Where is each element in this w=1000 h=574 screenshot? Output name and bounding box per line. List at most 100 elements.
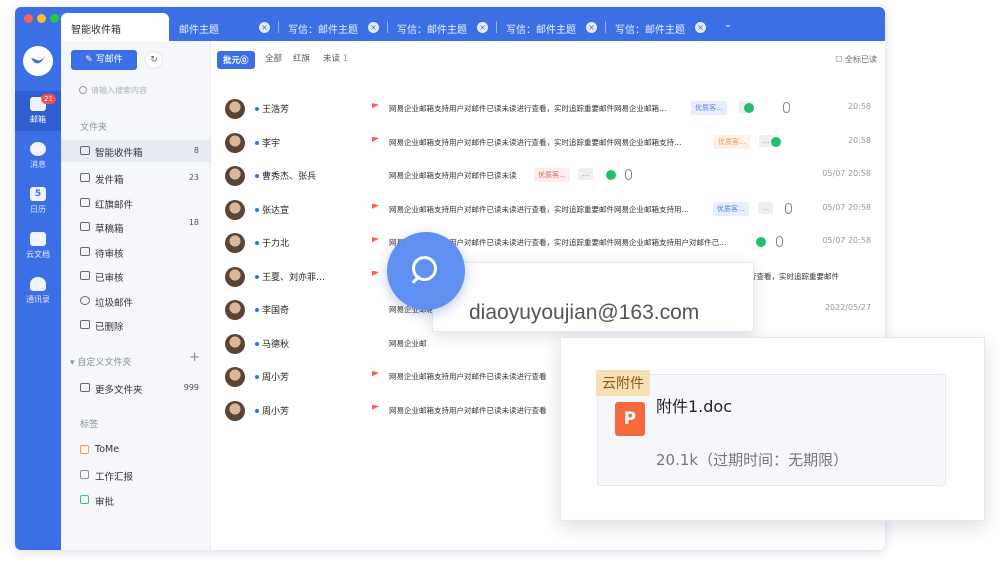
tab-compose-2[interactable]: 写信：邮件主题 ×	[387, 13, 496, 41]
unread-count: 1	[342, 54, 349, 64]
red-flag-icon[interactable]	[372, 136, 379, 142]
attachment-item[interactable]: 云附件 P 附件1.doc 20.1k（过期时间：无期限）	[596, 370, 946, 486]
tab-mail-subject[interactable]: 邮件主题 ×	[169, 13, 278, 41]
flag-icon	[80, 198, 90, 207]
mail-subject: 网易企业邮箱支持用户对邮件已读未读进行查看，实时追踪重要邮件网易企业邮箱…	[389, 104, 667, 113]
folder-count: 8	[193, 146, 199, 155]
wechat-icon	[606, 170, 616, 180]
unread-dot	[255, 107, 259, 111]
filter-label: 批元	[223, 56, 241, 66]
avatar	[225, 99, 245, 119]
nav-cloud-docs[interactable]: 云文档	[15, 226, 61, 266]
tags-section-title: 标签	[80, 420, 99, 430]
folder-flagged[interactable]: 红旗邮件	[61, 192, 211, 214]
folder-drafts[interactable]: 草稿箱 18	[61, 216, 211, 238]
close-window-button[interactable]	[24, 14, 33, 23]
email-address: diaoyuyoujian@163.com	[469, 301, 700, 324]
search-bubble[interactable]	[387, 232, 465, 310]
close-icon[interactable]: ×	[695, 22, 706, 33]
filter-flagged[interactable]: 红旗	[293, 52, 310, 64]
minimize-window-button[interactable]	[37, 14, 46, 23]
folder-panel: ✎ 写邮件 ↻ 请输入搜索内容 文件夹 智能收件箱 8 发件箱 23 红旗邮件 草稿…	[61, 41, 211, 550]
nav-calendar-label: 日历	[30, 205, 46, 214]
folder-outbox[interactable]: 发件箱 23	[61, 167, 211, 189]
refresh-icon[interactable]: ↻	[145, 51, 163, 69]
close-icon[interactable]: ×	[586, 22, 597, 33]
mail-row[interactable]: 张达宣 网易企业邮箱支持用户对邮件已读未读进行查看，实时追踪重要邮件网易企业邮箱支…	[211, 193, 885, 226]
unread-dot	[255, 174, 259, 178]
red-flag-icon[interactable]	[372, 103, 379, 109]
folder-label: 更多文件夹	[95, 385, 143, 396]
mail-time: 2022/05/27	[824, 303, 871, 312]
add-folder-icon[interactable]: +	[189, 350, 200, 365]
folder-deleted[interactable]: 已删除	[61, 314, 211, 336]
tab-compose-1[interactable]: 写信：邮件主题 ×	[278, 13, 387, 41]
mail-time: 20:58	[847, 102, 871, 111]
customer-tag-badge[interactable]: 优质客…	[534, 168, 570, 182]
approved-icon	[80, 271, 90, 280]
nav-calendar[interactable]: 5 日历	[15, 181, 61, 221]
folder-pending-review[interactable]: 待审核	[61, 241, 211, 263]
folder-smart-inbox[interactable]: 智能收件箱 8	[61, 140, 211, 162]
wechat-icon	[744, 103, 754, 113]
custom-folders-section[interactable]: ▾ 自定义文件夹	[70, 355, 131, 368]
tab-compose-4[interactable]: 写信：邮件主题 ×	[605, 13, 714, 41]
avatar	[225, 400, 245, 421]
tag-work-report[interactable]: 工作汇报	[61, 464, 211, 486]
attachment-icon	[785, 202, 792, 214]
compose-label: 写邮件	[95, 55, 123, 65]
tab-smart-inbox[interactable]: 智能收件箱	[61, 13, 169, 41]
attachment-icon	[625, 169, 632, 180]
folder-reviewed[interactable]: 已审核	[61, 265, 211, 287]
tag-approval[interactable]: 审批	[61, 489, 211, 511]
unread-dot	[255, 140, 259, 145]
tag-label: ToMe	[95, 444, 120, 455]
tab-compose-3[interactable]: 写信：邮件主题 ×	[496, 13, 605, 41]
mail-time: 05/07 20:58	[822, 202, 871, 212]
red-flag-icon[interactable]	[372, 371, 379, 377]
unread-badge: 21	[41, 94, 56, 104]
mail-sender: 马德秋	[262, 339, 290, 350]
nav-contacts[interactable]: 通讯录	[15, 271, 61, 311]
mail-row[interactable]: 曹秀杰、张兵 网易企业邮箱支持用户对邮件已读未读 优质客… … 05/07 20:58	[211, 159, 885, 192]
close-icon[interactable]: ×	[477, 22, 488, 33]
filter-unread[interactable]: 未读 1	[323, 52, 348, 64]
maximize-window-button[interactable]	[50, 14, 59, 23]
customer-tag-badge[interactable]: 优质客…	[713, 201, 749, 216]
mark-all-read-button[interactable]: ☐ 全标已读	[835, 54, 877, 65]
mail-subject: 网易企业邮箱支持用户对邮件已读未读进行查看	[389, 405, 547, 415]
folder-more[interactable]: 更多文件夹 999	[61, 377, 211, 399]
folder-spam[interactable]: 垃圾邮件	[61, 290, 211, 312]
customer-tag-badge[interactable]: 优质客…	[714, 134, 750, 149]
red-flag-icon[interactable]	[372, 203, 379, 209]
mail-row[interactable]: 李宇 网易企业邮箱支持用户对邮件已读未读进行查看，实时追踪重要邮件网易企业邮箱支持…	[211, 126, 885, 159]
nav-mail[interactable]: 邮箱 21	[15, 91, 61, 131]
folder-count: 999	[183, 383, 199, 392]
tag-tome[interactable]: ToMe	[61, 439, 211, 461]
chevron-down-icon[interactable]: ⌄	[720, 17, 736, 33]
red-flag-icon[interactable]	[372, 270, 379, 276]
red-flag-icon[interactable]	[372, 404, 379, 410]
search-input[interactable]: 请输入搜索内容	[71, 81, 206, 99]
mail-row[interactable]: 王浩芳 网易企业邮箱支持用户对邮件已读未读进行查看，实时追踪重要邮件网易企业邮箱……	[211, 92, 885, 125]
app-logo	[23, 46, 53, 76]
folder-label: 草稿箱	[95, 224, 124, 235]
compose-button[interactable]: ✎ 写邮件	[71, 50, 137, 70]
close-icon[interactable]: ×	[368, 22, 379, 33]
filter-all[interactable]: 全部	[265, 52, 282, 64]
close-icon[interactable]: ×	[259, 22, 270, 33]
folder-label: 智能收件箱	[95, 148, 143, 159]
mail-sender: 周小芳	[262, 373, 290, 383]
tag-icon	[80, 470, 89, 479]
mail-row[interactable]: 于力北 网易企业邮箱支持用户对邮件已读未读进行查看，实时追踪重要邮件网易企业邮箱支…	[211, 226, 885, 259]
more-tags-button[interactable]: …	[758, 201, 773, 214]
nav-messages[interactable]: 消息	[15, 136, 61, 176]
customer-tag-badge[interactable]: 优质客…	[691, 101, 727, 115]
more-tags-button[interactable]: …	[578, 168, 593, 180]
folder-label: 待审核	[95, 249, 124, 260]
red-flag-icon[interactable]	[372, 237, 379, 243]
title-bar: 智能收件箱 邮件主题 × 写信：邮件主题 × 写信：邮件主题 × 写信：邮件主题 × 写…	[15, 7, 885, 41]
mail-sender: 王夏、刘亦菲…	[262, 272, 326, 283]
filter-priority[interactable]: 批元⓪	[217, 51, 255, 69]
nav-contacts-label: 通讯录	[26, 295, 50, 304]
